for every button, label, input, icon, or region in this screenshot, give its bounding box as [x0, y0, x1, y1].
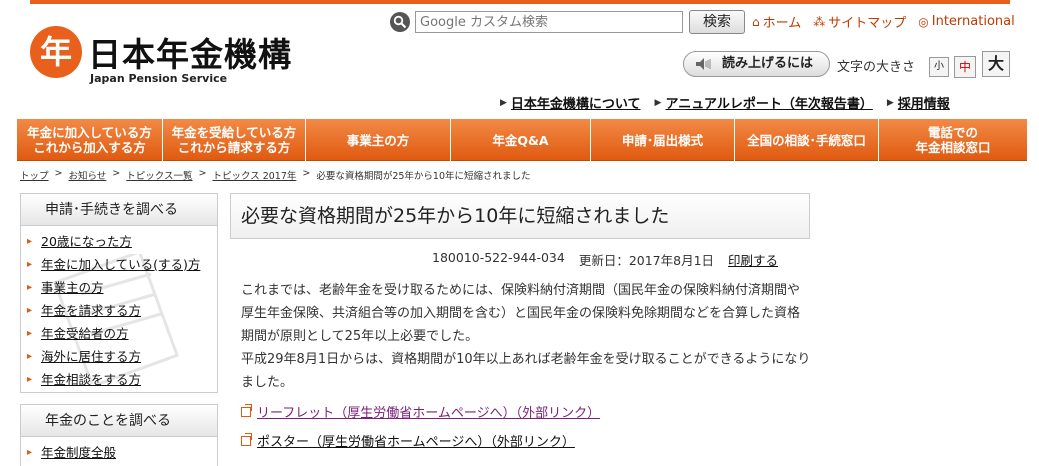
nav-forms[interactable]: 申請･届出様式 — [591, 119, 735, 161]
home-icon: ⌂ — [752, 14, 760, 29]
sidebar-item-overseas[interactable]: 海外に居住する方 — [21, 347, 217, 370]
sidebar-procedures-heading: 申請･手続きを調べる — [21, 194, 217, 226]
article-paragraph: 平成29年8月1日からは、資格期間が10年以上あれば老齢年金を受け取ることができ… — [241, 352, 811, 390]
font-size-large-button[interactable]: 大 — [982, 51, 1010, 77]
breadcrumb-current: 必要な資格期間が25年から10年に短縮されました — [316, 171, 531, 182]
breadcrumb-news[interactable]: お知らせ — [68, 168, 106, 182]
breadcrumb-topics[interactable]: トピックス一覧 — [126, 168, 192, 182]
breadcrumb-separator: > — [112, 168, 121, 179]
read-aloud-label: 読み上げるには — [722, 56, 814, 71]
nav-offices-label: 全国の相談･手続窓口 — [747, 132, 866, 148]
search-input[interactable] — [415, 11, 683, 33]
nav-recipients[interactable]: 年金を受給している方 これから請求する方 — [163, 119, 306, 161]
print-link[interactable]: 印刷する — [728, 250, 778, 269]
sidebar-item-consult[interactable]: 年金相談をする方 — [21, 370, 217, 393]
logo-name-en: Japan Pension Service — [90, 72, 228, 85]
search-icon — [390, 12, 410, 32]
article-meta: 180010-522-944-034 更新日：2017年8月1日 印刷する — [432, 250, 778, 269]
breadcrumb-separator: > — [302, 168, 311, 179]
article-paragraph: これまでは、老齢年金を受け取るためには、保険料納付済期間（国民年金の保険料納付済… — [241, 283, 801, 344]
external-link-icon — [241, 432, 252, 446]
top-accent-bar — [30, 0, 1010, 4]
recruit-link[interactable]: ▶ 採用情報 — [887, 93, 950, 112]
leaflet-external-link[interactable]: リーフレット（厚生労働省ホームページへ）（外部リンク） — [241, 402, 600, 421]
nav-recipients-line1: 年金を受給している方 — [171, 125, 297, 140]
sidebar-item-employer[interactable]: 事業主の方 — [21, 278, 217, 301]
nav-insured-line1: 年金に加入している方 — [27, 125, 152, 140]
breadcrumb-separator: > — [54, 168, 63, 179]
page-title: 必要な資格期間が25年から10年に短縮されました — [230, 193, 810, 239]
annual-report-link-label: アニュアルレポート（年次報告書） — [665, 97, 873, 112]
breadcrumb: トップ > お知らせ > トピックス一覧 > トピックス 2017年 > 必要な… — [20, 168, 531, 182]
speaker-icon — [696, 58, 711, 70]
triangle-right-icon: ▶ — [654, 97, 662, 108]
sitemap-icon: ⁂ — [813, 14, 826, 29]
nav-forms-label: 申請･届出様式 — [621, 132, 704, 148]
sidebar-pension-info: 年金のことを調べる 年金制度全般 — [20, 404, 218, 466]
secondary-links: ▶ 日本年金機構について ▶ アニュアルレポート（年次報告書） ▶ 採用情報 — [500, 93, 950, 112]
search-button[interactable]: 検索 — [689, 10, 745, 34]
logo-name-ja: 日本年金機構 — [88, 35, 292, 74]
nav-employers-label: 事業主の方 — [346, 132, 410, 148]
nav-insured[interactable]: 年金に加入している方 これから加入する方 — [17, 119, 163, 161]
nav-phone-line2: 年金相談窓口 — [915, 140, 991, 155]
site-logo[interactable]: 年 日本年金機構 Japan Pension Service — [30, 20, 310, 90]
sidebar-pension-info-heading: 年金のことを調べる — [21, 405, 217, 437]
nav-qa[interactable]: 年金Q&A — [451, 119, 591, 161]
font-size-medium-button[interactable]: 中 — [954, 56, 976, 78]
font-size-label: 文字の大きさ — [837, 60, 916, 75]
article-updated: 更新日：2017年8月1日 — [578, 253, 715, 268]
annual-report-link[interactable]: ▶ アニュアルレポート（年次報告書） — [655, 93, 873, 112]
nav-offices[interactable]: 全国の相談･手続窓口 — [735, 119, 879, 161]
home-link-label: ホーム — [762, 16, 802, 31]
sitemap-link[interactable]: ⁂ サイトマップ — [813, 12, 907, 32]
sidebar-item-insured[interactable]: 年金に加入している(する)方 — [21, 255, 217, 278]
breadcrumb-top[interactable]: トップ — [20, 168, 49, 182]
sidebar-item-recipient[interactable]: 年金受給者の方 — [21, 324, 217, 347]
recruit-link-label: 採用情報 — [897, 97, 950, 112]
poster-link-label: ポスター（厚生労働省ホームページへ）（外部リンク） — [257, 435, 575, 450]
sidebar-item-claim[interactable]: 年金を請求する方 — [21, 301, 217, 324]
article-body: これまでは、老齢年金を受け取るためには、保険料納付済期間（国民年金の保険料納付済… — [241, 279, 811, 394]
nav-employers[interactable]: 事業主の方 — [306, 119, 451, 161]
leaflet-link-label: リーフレット（厚生労働省ホームページへ）（外部リンク） — [257, 406, 601, 421]
nav-phone-line1: 電話での — [927, 125, 978, 140]
global-nav: 年金に加入している方 これから加入する方 年金を受給している方 これから請求する方 … — [17, 119, 1027, 161]
sidebar-item-age20[interactable]: 20歳になった方 — [21, 232, 217, 255]
logo-mark-icon: 年 — [30, 26, 82, 78]
about-link-label: 日本年金機構について — [510, 97, 641, 112]
nav-insured-line2: これから加入する方 — [33, 140, 146, 155]
breadcrumb-separator: > — [198, 168, 207, 179]
nav-recipients-line2: これから請求する方 — [177, 140, 291, 155]
triangle-right-icon: ▶ — [500, 97, 507, 108]
sidebar-item-system[interactable]: 年金制度全般 — [21, 443, 217, 466]
external-link-icon — [241, 403, 252, 417]
utility-links: ⌂ ホーム ⁂ サイトマップ ◎ International — [752, 12, 1015, 31]
poster-external-link[interactable]: ポスター（厚生労働省ホームページへ）（外部リンク） — [241, 431, 575, 450]
read-aloud-button[interactable]: 読み上げるには — [683, 51, 830, 77]
breadcrumb-topics-2017[interactable]: トピックス 2017年 — [212, 168, 296, 182]
international-link-label: International — [931, 14, 1015, 29]
globe-icon: ◎ — [918, 14, 929, 29]
nav-qa-label: 年金Q&A — [492, 132, 549, 148]
about-link[interactable]: ▶ 日本年金機構について — [500, 93, 641, 112]
article-id: 180010-522-944-034 — [432, 250, 565, 265]
international-link[interactable]: ◎ International — [918, 12, 1014, 31]
nav-phone[interactable]: 電話での 年金相談窓口 — [879, 119, 1027, 161]
font-size-small-button[interactable]: 小 — [929, 57, 949, 77]
triangle-right-icon: ▶ — [886, 97, 894, 108]
home-link[interactable]: ⌂ ホーム — [752, 12, 802, 32]
sitemap-link-label: サイトマップ — [828, 16, 907, 31]
sidebar-procedures: 申請･手続きを調べる 20歳になった方 年金に加入している(する)方 事業主の方… — [20, 193, 218, 393]
